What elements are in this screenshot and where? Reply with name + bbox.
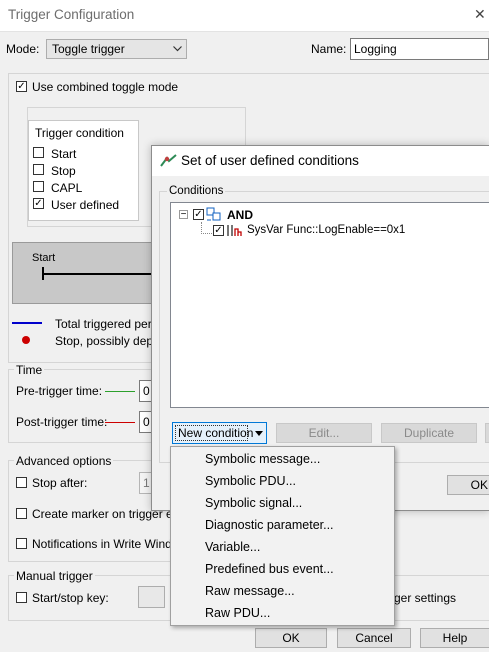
menu-item-variable[interactable]: Variable... (205, 540, 260, 554)
start-stop-key-input[interactable] (138, 586, 165, 608)
diagram-start-label: Start (32, 252, 56, 264)
manual-title: Manual trigger (14, 569, 95, 583)
checkbox-start[interactable] (33, 147, 44, 158)
menu-item-diagnostic-parameter[interactable]: Diagnostic parameter... (205, 518, 334, 532)
close-icon[interactable]: ✕ (474, 6, 486, 23)
partial-button[interactable] (485, 423, 489, 443)
edit-button[interactable]: Edit... (276, 423, 372, 443)
post-trigger-label: Post-trigger time: (16, 415, 108, 429)
settings-label: ger settings (394, 591, 457, 605)
tree-root-checkbox[interactable]: ✓ (193, 209, 204, 220)
post-trigger-red-line (105, 422, 135, 423)
main-title: Trigger Configuration (8, 7, 135, 22)
mode-select-value: Toggle trigger (52, 42, 125, 56)
legend-total-label: Total triggered perio (55, 317, 162, 331)
menu-item-raw-pdu[interactable]: Raw PDU... (205, 606, 270, 620)
menu-item-raw-message[interactable]: Raw message... (205, 584, 295, 598)
tree-root-label[interactable]: AND (227, 208, 253, 222)
app-icon (160, 154, 177, 167)
menu-item-symbolic-pdu[interactable]: Symbolic PDU... (205, 474, 296, 488)
stop-after-checkbox[interactable] (16, 477, 27, 488)
new-condition-button[interactable]: New condition (172, 422, 267, 444)
stop-after-value: 1 (143, 476, 150, 490)
dropdown-arrow-icon (255, 431, 263, 436)
pre-trigger-value: 0 (143, 384, 150, 398)
checkbox-stop[interactable] (33, 164, 44, 175)
new-condition-label: New condition (178, 426, 254, 440)
trigger-diagram: Start (12, 242, 182, 304)
start-stop-key-checkbox[interactable] (16, 592, 27, 603)
main-title-bar: Trigger Configuration ✕ (0, 0, 489, 32)
menu-item-symbolic-signal[interactable]: Symbolic signal... (205, 496, 302, 510)
menu-item-symbolic-message[interactable]: Symbolic message... (205, 452, 320, 466)
new-condition-menu: Symbolic message... Symbolic PDU... Symb… (170, 446, 395, 626)
notifications-label: Notifications in Write Window (32, 537, 188, 551)
sysvar-icon (227, 225, 242, 236)
start-stop-key-label: Start/stop key: (32, 591, 109, 605)
post-trigger-value: 0 (143, 415, 150, 429)
help-button[interactable]: Help (420, 628, 489, 648)
legend-blue-line (12, 322, 42, 324)
label-start: Start (51, 147, 77, 161)
ok-button[interactable]: OK (255, 628, 327, 648)
advanced-title: Advanced options (14, 454, 114, 468)
name-field-value: Logging (354, 42, 397, 56)
dialog-title-bar: Set of user defined conditions (152, 146, 489, 176)
chevron-down-icon (173, 46, 182, 52)
conditions-tree[interactable]: − ✓ AND ✓ SysVar Func::LogEnable==0x1 (170, 202, 489, 408)
dialog-title: Set of user defined conditions (181, 153, 359, 168)
time-title: Time (14, 363, 45, 377)
duplicate-button[interactable]: Duplicate (381, 423, 477, 443)
tree-child-label[interactable]: SysVar Func::LogEnable==0x1 (247, 224, 405, 236)
checkbox-capl[interactable] (33, 181, 44, 192)
name-field[interactable]: Logging (350, 38, 489, 60)
conditions-label: Conditions (167, 185, 226, 197)
label-capl: CAPL (51, 181, 83, 195)
dialog-ok-button[interactable]: OK (447, 475, 489, 495)
combined-toggle-checkbox[interactable]: ✓ (16, 81, 27, 92)
label-stop: Stop (51, 164, 76, 178)
cancel-button[interactable]: Cancel (337, 628, 411, 648)
legend-red-dot (22, 336, 30, 344)
menu-item-predefined-bus-event[interactable]: Predefined bus event... (205, 562, 334, 576)
create-marker-checkbox[interactable] (16, 508, 27, 519)
label-user-defined: User defined (51, 198, 120, 212)
mode-select[interactable]: Toggle trigger (46, 39, 187, 59)
tree-expander-icon[interactable]: − (179, 210, 188, 220)
pre-trigger-green-line (105, 391, 135, 392)
combined-toggle-label: Use combined toggle mode (32, 80, 179, 94)
trigger-condition-title: Trigger condition (35, 126, 124, 140)
name-label: Name: (311, 42, 347, 56)
stop-after-label: Stop after: (32, 476, 88, 490)
mode-label: Mode: (6, 42, 40, 56)
pre-trigger-label: Pre-trigger time: (16, 384, 103, 398)
notifications-checkbox[interactable] (16, 538, 27, 549)
and-gate-icon (206, 207, 221, 221)
checkbox-user-defined[interactable]: ✓ (33, 198, 44, 209)
legend-stop-label: Stop, possibly depen (55, 334, 167, 348)
tree-child-checkbox[interactable]: ✓ (213, 225, 224, 236)
